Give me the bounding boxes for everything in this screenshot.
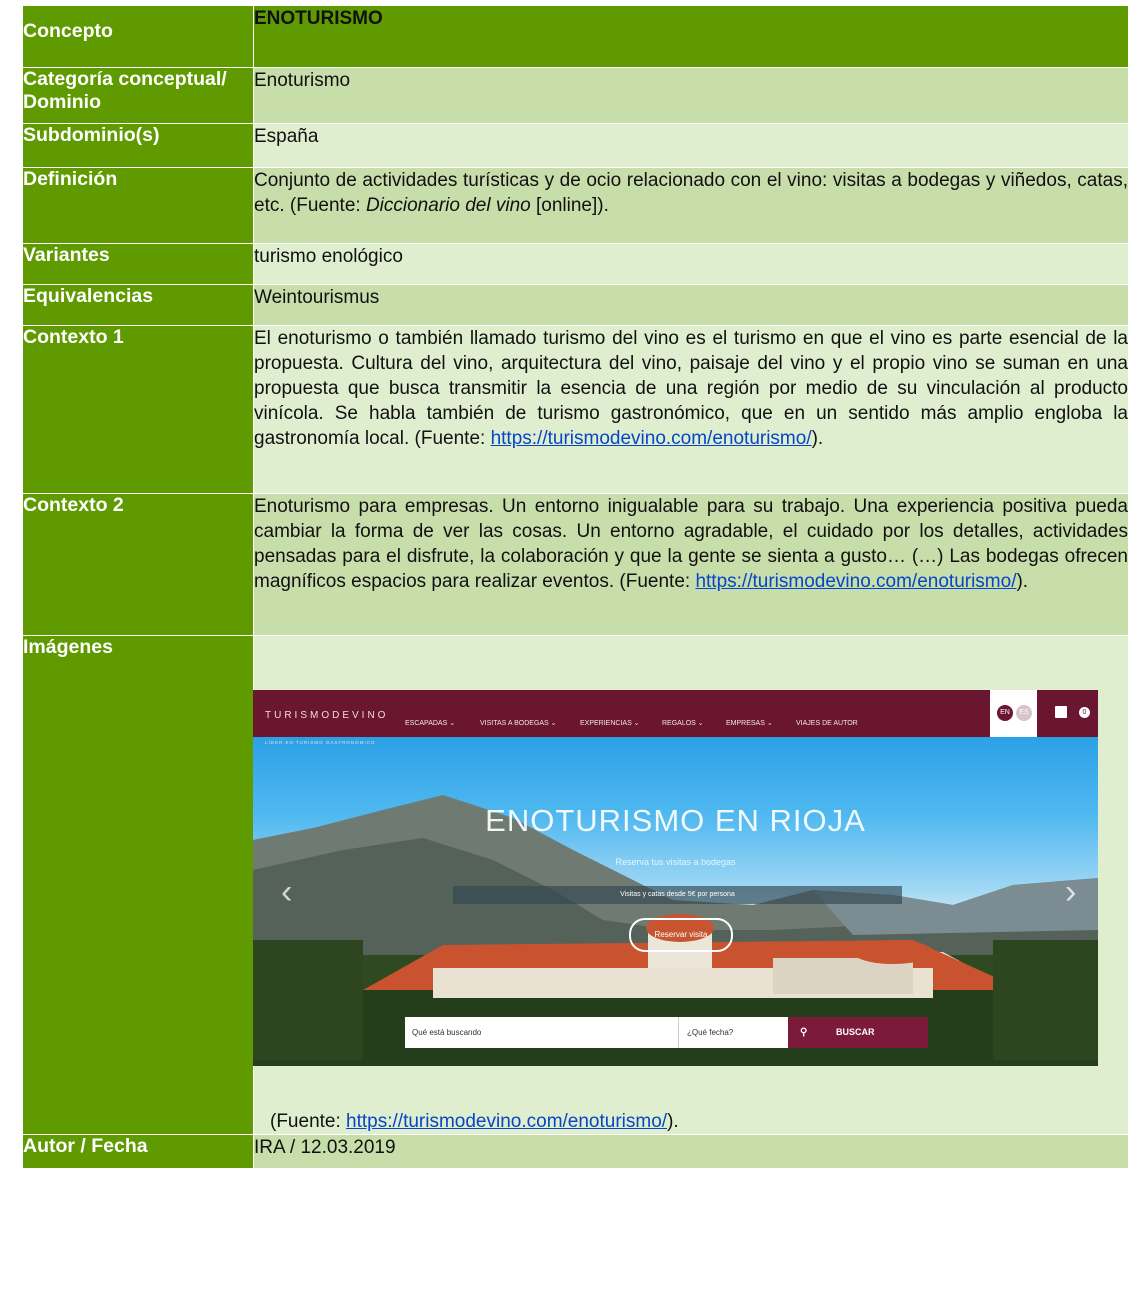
site-logo-text: TURISMODEVINO — [265, 710, 389, 721]
concept-record-sheet: Concepto ENOTURISMO Categoría conceptual… — [22, 5, 1129, 1169]
site-logo-tagline: LÍDER EN TURISMO GASTRONÓMICO — [265, 740, 376, 745]
nav-experiencias[interactable]: EXPERIENCIAS ⌄ — [580, 711, 640, 736]
context-2-source-link[interactable]: https://turismodevino.com/enoturismo/ — [695, 571, 1016, 592]
value-definicion: Conjunto de actividades turísticas y de … — [253, 167, 1129, 244]
label-equivalencias: Equivalencias — [22, 284, 254, 326]
nav-empresas[interactable]: EMPRESAS ⌄ — [726, 711, 773, 736]
row-equivalencias: Equivalencias Weintourismus — [22, 284, 1129, 326]
label-subdominio: Subdominio(s) — [22, 123, 254, 168]
hero-cta-button[interactable]: Reservar visita — [629, 918, 733, 952]
concept-title: ENOTURISMO — [253, 5, 1129, 68]
shopping-bag-icon[interactable] — [1055, 706, 1067, 718]
row-imagenes: Imágenes TURISMODEVINO LÍDER EN TURISMO … — [22, 635, 1129, 1135]
definition-text-end: [online]). — [530, 195, 609, 216]
hero-subtitle: Reserva tus visitas a bodegas — [615, 857, 736, 867]
image-source-text-end: ). — [667, 1111, 679, 1132]
value-contexto-1: El enoturismo o también llamado turismo … — [253, 325, 1129, 494]
context-2-text-end: ). — [1016, 571, 1029, 592]
hero-price-banner: Visitas y catas desde 5€ por persona — [453, 886, 902, 904]
hero-title: ENOTURISMO EN RIOJA — [485, 803, 866, 838]
site-logo[interactable]: TURISMODEVINO LÍDER EN TURISMO GASTRONÓMI… — [265, 703, 388, 755]
row-variantes: Variantes turismo enológico — [22, 243, 1129, 285]
context-1-text-end: ). — [811, 428, 824, 449]
nav-regalos[interactable]: REGALOS ⌄ — [662, 711, 704, 736]
row-autor-fecha: Autor / Fecha IRA / 12.03.2019 — [22, 1134, 1129, 1169]
context-1-source-link[interactable]: https://turismodevino.com/enoturismo/ — [491, 428, 812, 449]
label-definicion: Definición — [22, 167, 254, 244]
row-subdominio: Subdominio(s) España — [22, 123, 1129, 168]
row-contexto-1: Contexto 1 El enoturismo o también llama… — [22, 325, 1129, 494]
cart-count-badge: 0 — [1079, 707, 1090, 718]
value-imagenes: TURISMODEVINO LÍDER EN TURISMO GASTRONÓMI… — [253, 635, 1129, 1135]
nav-visitas-a-bodegas[interactable]: VISITAS A BODEGAS ⌄ — [480, 711, 557, 736]
lang-es-button[interactable]: ES — [1016, 705, 1032, 721]
value-contexto-2: Enoturismo para empresas. Un entorno ini… — [253, 493, 1129, 636]
value-subdominio: España — [253, 123, 1129, 168]
search-button-label: BUSCAR — [836, 1027, 875, 1037]
search-icon: ⚲ — [800, 1027, 808, 1038]
concept-table: Concepto ENOTURISMO Categoría conceptual… — [22, 5, 1129, 1169]
label-concepto: Concepto — [22, 5, 254, 68]
lang-en-button[interactable]: EN — [997, 705, 1013, 721]
label-imagenes: Imágenes — [22, 635, 254, 1135]
label-contexto-1: Contexto 1 — [22, 325, 254, 494]
image-source: (Fuente: https://turismodevino.com/enotu… — [254, 1066, 1128, 1134]
date-picker-input[interactable]: ¿Qué fecha? — [678, 1017, 789, 1048]
label-autor-fecha: Autor / Fecha — [22, 1134, 254, 1169]
value-variantes: turismo enológico — [253, 243, 1129, 285]
site-search-input[interactable]: Qué está buscando — [405, 1017, 684, 1048]
site-navbar: TURISMODEVINO LÍDER EN TURISMO GASTRONÓMI… — [253, 690, 1098, 745]
row-contexto-2: Contexto 2 Enoturismo para empresas. Un … — [22, 493, 1129, 636]
value-autor-fecha: IRA / 12.03.2019 — [253, 1134, 1129, 1169]
carousel-next-icon[interactable]: › — [1065, 875, 1076, 909]
image-source-text: (Fuente: — [270, 1111, 347, 1132]
row-definicion: Definición Conjunto de actividades turís… — [22, 167, 1129, 244]
row-categoria: Categoría conceptual/ Dominio Enoturismo — [22, 67, 1129, 124]
row-concepto: Concepto ENOTURISMO — [22, 5, 1129, 68]
website-screenshot: TURISMODEVINO LÍDER EN TURISMO GASTRONÓMI… — [253, 690, 1098, 1066]
nav-viajes-de-autor[interactable]: VIAJES DE AUTOR — [796, 711, 858, 736]
image-source-link[interactable]: https://turismodevino.com/enoturismo/ — [346, 1111, 667, 1132]
definition-source-title: Diccionario del vino — [365, 195, 531, 216]
carousel-prev-icon[interactable]: ‹ — [281, 875, 292, 909]
nav-escapadas[interactable]: ESCAPADAS ⌄ — [405, 711, 455, 736]
language-switcher: EN ES — [990, 690, 1037, 737]
value-categoria: Enoturismo — [253, 67, 1129, 124]
value-equivalencias: Weintourismus — [253, 284, 1129, 326]
label-contexto-2: Contexto 2 — [22, 493, 254, 636]
site-search-button[interactable]: ⚲ BUSCAR — [788, 1017, 928, 1048]
label-variantes: Variantes — [22, 243, 254, 285]
label-categoria: Categoría conceptual/ Dominio — [22, 67, 254, 124]
